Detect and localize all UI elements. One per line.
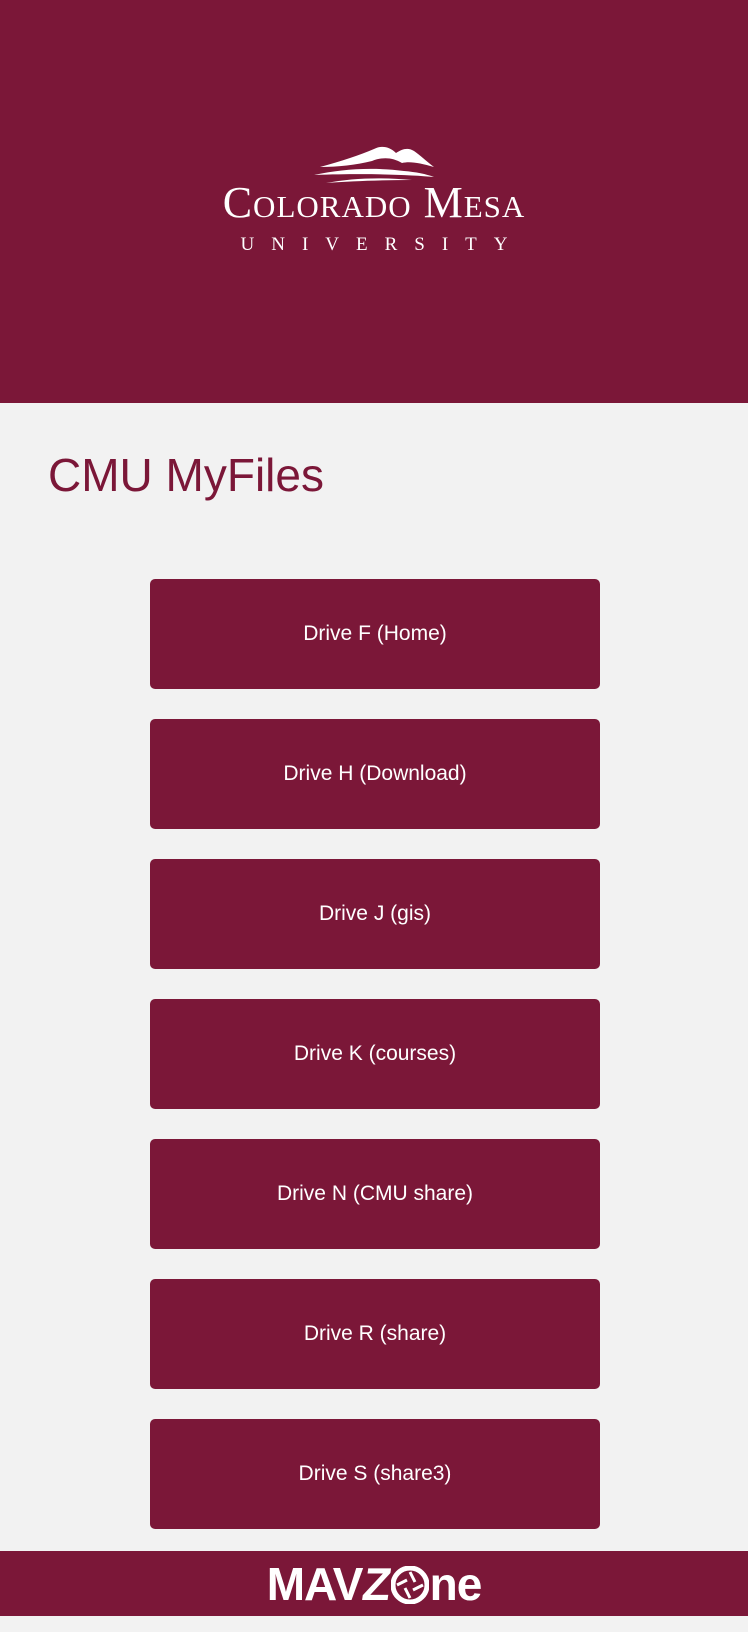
site-header: Colorado Mesa UNIVERSITY bbox=[0, 0, 748, 403]
drive-s-button[interactable]: Drive S (share3) bbox=[150, 1419, 600, 1529]
mavzone-part-mav: MAV bbox=[266, 1557, 364, 1610]
mavzone-wordmark: MAVZ ne bbox=[266, 1557, 483, 1610]
drive-j-button[interactable]: Drive J (gis) bbox=[150, 859, 600, 969]
drive-k-button[interactable]: Drive K (courses) bbox=[150, 999, 600, 1109]
drive-list: Drive F (Home) Drive H (Download) Drive … bbox=[150, 579, 600, 1559]
mavzone-part-ne: ne bbox=[429, 1557, 483, 1610]
drive-n-button[interactable]: Drive N (CMU share) bbox=[150, 1139, 600, 1249]
cmu-logo[interactable]: Colorado Mesa UNIVERSITY bbox=[0, 135, 748, 265]
site-footer: MAVZ ne bbox=[0, 1551, 748, 1616]
drive-r-button[interactable]: Drive R (share) bbox=[150, 1279, 600, 1389]
logo-subtitle: UNIVERSITY bbox=[240, 234, 525, 255]
drive-h-button[interactable]: Drive H (Download) bbox=[150, 719, 600, 829]
mavzone-part-z: Z bbox=[358, 1557, 394, 1610]
drive-f-button[interactable]: Drive F (Home) bbox=[150, 579, 600, 689]
aperture-icon bbox=[390, 1565, 430, 1604]
logo-wordmark: Colorado Mesa bbox=[222, 178, 526, 227]
mavzone-logo[interactable]: MAVZ ne bbox=[0, 1551, 748, 1616]
page-title: CMU MyFiles bbox=[48, 449, 324, 501]
